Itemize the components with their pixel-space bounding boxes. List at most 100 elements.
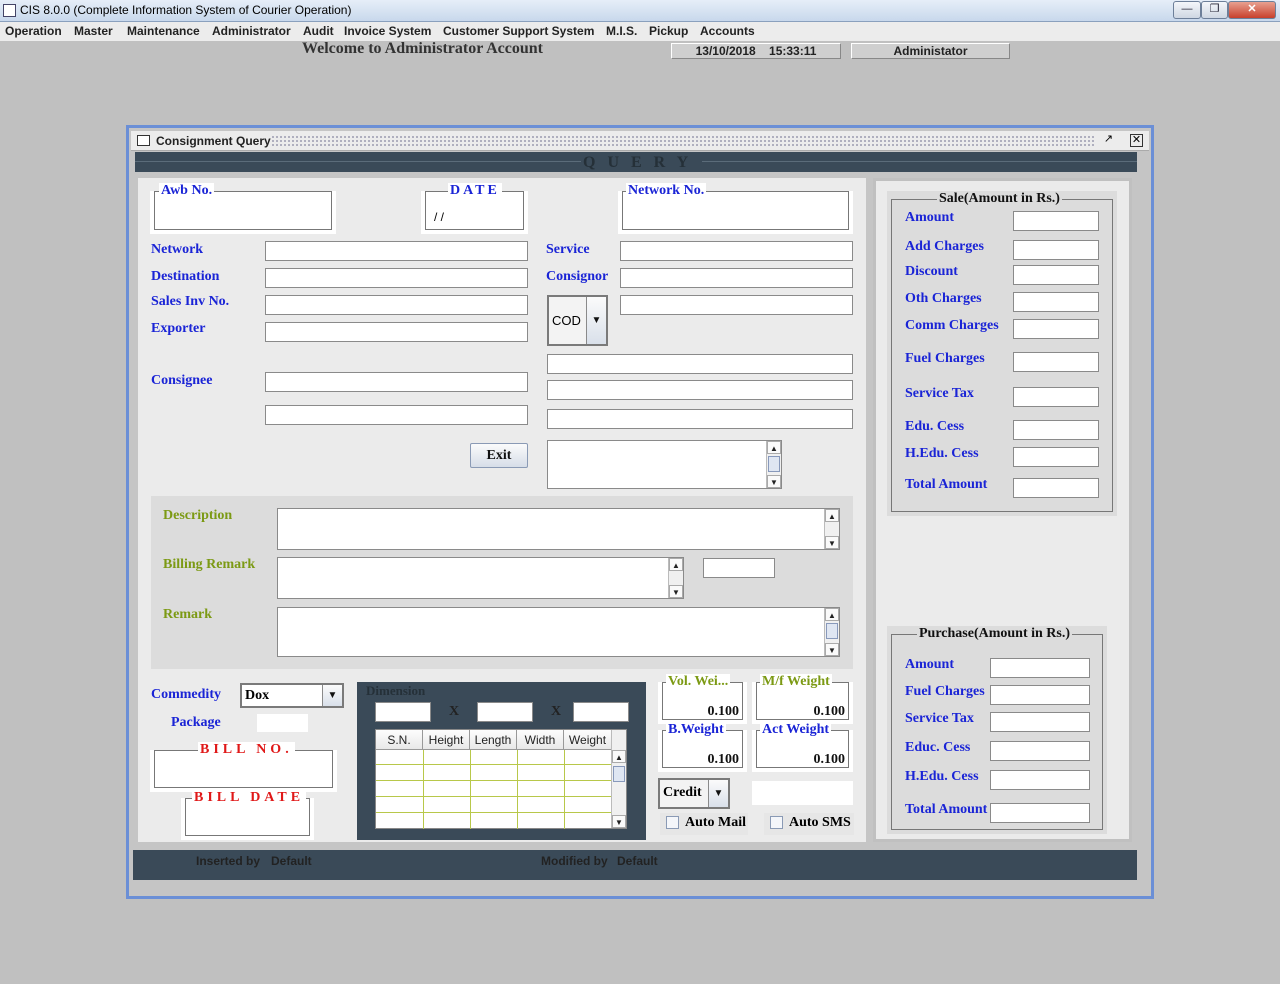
scroll-down-icon[interactable]: ▼ [825, 643, 839, 656]
menu-accounts[interactable]: Accounts [700, 24, 755, 38]
restore-icon[interactable]: ❐ [1201, 1, 1228, 19]
scroll-thumb[interactable] [613, 766, 625, 782]
destination-field[interactable] [265, 268, 528, 288]
table-row[interactable] [376, 782, 612, 797]
menu-master[interactable]: Master [74, 24, 113, 38]
scroll-down-icon[interactable]: ▼ [767, 475, 781, 488]
column-header[interactable]: Width [517, 730, 564, 750]
table-row[interactable] [376, 750, 612, 765]
sales-inv-field[interactable] [265, 295, 528, 315]
purchase-amount-field[interactable] [990, 658, 1090, 678]
dimension-table[interactable]: S.N. Height Length Width Weight ▲ ▼ [375, 729, 627, 829]
bill-date-box[interactable]: BILL DATE [181, 790, 314, 840]
sale-amount-field[interactable] [1013, 319, 1099, 339]
act-weight-box[interactable]: Act Weight 0.100 [752, 722, 853, 772]
description-field[interactable]: ▲ ▼ [277, 508, 840, 550]
payment-combo[interactable]: Credit ▼ [658, 778, 730, 809]
scrollbar[interactable]: ▲ ▼ [824, 509, 839, 549]
billing-extra-field[interactable] [703, 558, 775, 578]
purchase-amount-field[interactable] [990, 741, 1090, 761]
scroll-thumb[interactable] [826, 623, 838, 639]
auto-sms-checkbox[interactable]: Auto SMS [764, 813, 854, 835]
sale-amount-field[interactable] [1013, 352, 1099, 372]
scrollbar[interactable]: ▲ ▼ [766, 441, 781, 488]
exit-button[interactable]: Exit [470, 443, 528, 468]
column-header[interactable]: Length [470, 730, 517, 750]
column-header[interactable]: Weight [564, 730, 612, 750]
address-field-2[interactable] [547, 380, 853, 400]
scroll-up-icon[interactable]: ▲ [825, 608, 839, 621]
address-field-1[interactable] [547, 354, 853, 374]
menu-mis[interactable]: M.I.S. [606, 24, 637, 38]
sale-amount-field[interactable] [1013, 240, 1099, 260]
service-field[interactable] [620, 241, 853, 261]
payment-extra-field[interactable] [752, 781, 853, 805]
consignee-field[interactable] [265, 372, 528, 392]
table-row[interactable] [376, 798, 612, 813]
menu-audit[interactable]: Audit [303, 24, 334, 38]
network-field[interactable] [265, 241, 528, 261]
vol-weight-box[interactable]: Vol. Wei... 0.100 [658, 674, 747, 724]
consignee-field-2[interactable] [265, 405, 528, 425]
scroll-up-icon[interactable]: ▲ [669, 558, 683, 571]
consignor-field-2[interactable] [620, 295, 853, 315]
sale-amount-field[interactable] [1013, 211, 1099, 231]
scrollbar[interactable]: ▲ ▼ [824, 608, 839, 656]
network-no-box[interactable]: Network No. [618, 183, 853, 234]
menu-invoice-system[interactable]: Invoice System [344, 24, 431, 38]
scroll-up-icon[interactable]: ▲ [825, 509, 839, 522]
purchase-amount-field[interactable] [990, 712, 1090, 732]
checkbox-icon[interactable] [770, 816, 783, 830]
minimize-icon[interactable]: — [1173, 1, 1201, 19]
scroll-down-icon[interactable]: ▼ [825, 536, 839, 549]
consignor-field[interactable] [620, 268, 853, 288]
address-textarea[interactable]: ▲ ▼ [547, 440, 782, 489]
bill-no-box[interactable]: BILL NO. [150, 742, 337, 792]
auto-mail-checkbox[interactable]: Auto Mail [660, 813, 748, 835]
purchase-amount-field[interactable] [990, 803, 1090, 823]
sale-amount-field[interactable] [1013, 387, 1099, 407]
menu-administrator[interactable]: Administrator [212, 24, 291, 38]
scroll-down-icon[interactable]: ▼ [612, 815, 626, 828]
mf-weight-box[interactable]: M/f Weight 0.100 [752, 674, 853, 724]
sale-amount-field[interactable] [1013, 447, 1099, 467]
chevron-down-icon[interactable]: ▼ [322, 685, 342, 706]
address-field-3[interactable] [547, 409, 853, 429]
checkbox-icon[interactable] [666, 816, 679, 830]
package-field[interactable] [257, 714, 308, 732]
scroll-up-icon[interactable]: ▲ [612, 750, 626, 763]
b-weight-box[interactable]: B.Weight 0.100 [658, 722, 747, 772]
awb-no-box[interactable]: Awb No. [150, 183, 336, 234]
cod-combo[interactable]: COD ▼ [547, 295, 608, 346]
exporter-field[interactable] [265, 322, 528, 342]
scrollbar[interactable]: ▲ ▼ [611, 730, 626, 828]
close-icon[interactable]: ✕ [1228, 1, 1276, 19]
chevron-down-icon[interactable]: ▼ [586, 297, 606, 344]
date-box[interactable]: DATE / / [421, 183, 528, 234]
menu-operation[interactable]: Operation [5, 24, 62, 38]
maximize-icon[interactable]: ↗ [1103, 134, 1114, 146]
scroll-down-icon[interactable]: ▼ [669, 585, 683, 598]
close-window-icon[interactable]: ✕ [1130, 134, 1143, 147]
purchase-amount-field[interactable] [990, 685, 1090, 705]
menu-pickup[interactable]: Pickup [649, 24, 688, 38]
sale-amount-field[interactable] [1013, 265, 1099, 285]
scroll-up-icon[interactable]: ▲ [767, 441, 781, 454]
table-row[interactable] [376, 766, 612, 781]
scrollbar[interactable]: ▲ ▼ [668, 558, 683, 598]
sale-amount-field[interactable] [1013, 292, 1099, 312]
menu-maintenance[interactable]: Maintenance [127, 24, 200, 38]
sale-amount-field[interactable] [1013, 478, 1099, 498]
column-header[interactable]: S.N. [376, 730, 423, 750]
purchase-amount-field[interactable] [990, 770, 1090, 790]
dim-width-field[interactable] [573, 702, 629, 722]
column-header[interactable]: Height [423, 730, 470, 750]
sale-amount-field[interactable] [1013, 420, 1099, 440]
chevron-down-icon[interactable]: ▼ [708, 780, 728, 807]
menu-customer-support[interactable]: Customer Support System [443, 24, 594, 38]
dim-height-field[interactable] [375, 702, 431, 722]
scroll-thumb[interactable] [768, 456, 780, 472]
remark-field[interactable]: ▲ ▼ [277, 607, 840, 657]
dim-length-field[interactable] [477, 702, 533, 722]
billing-remark-field[interactable]: ▲ ▼ [277, 557, 684, 599]
